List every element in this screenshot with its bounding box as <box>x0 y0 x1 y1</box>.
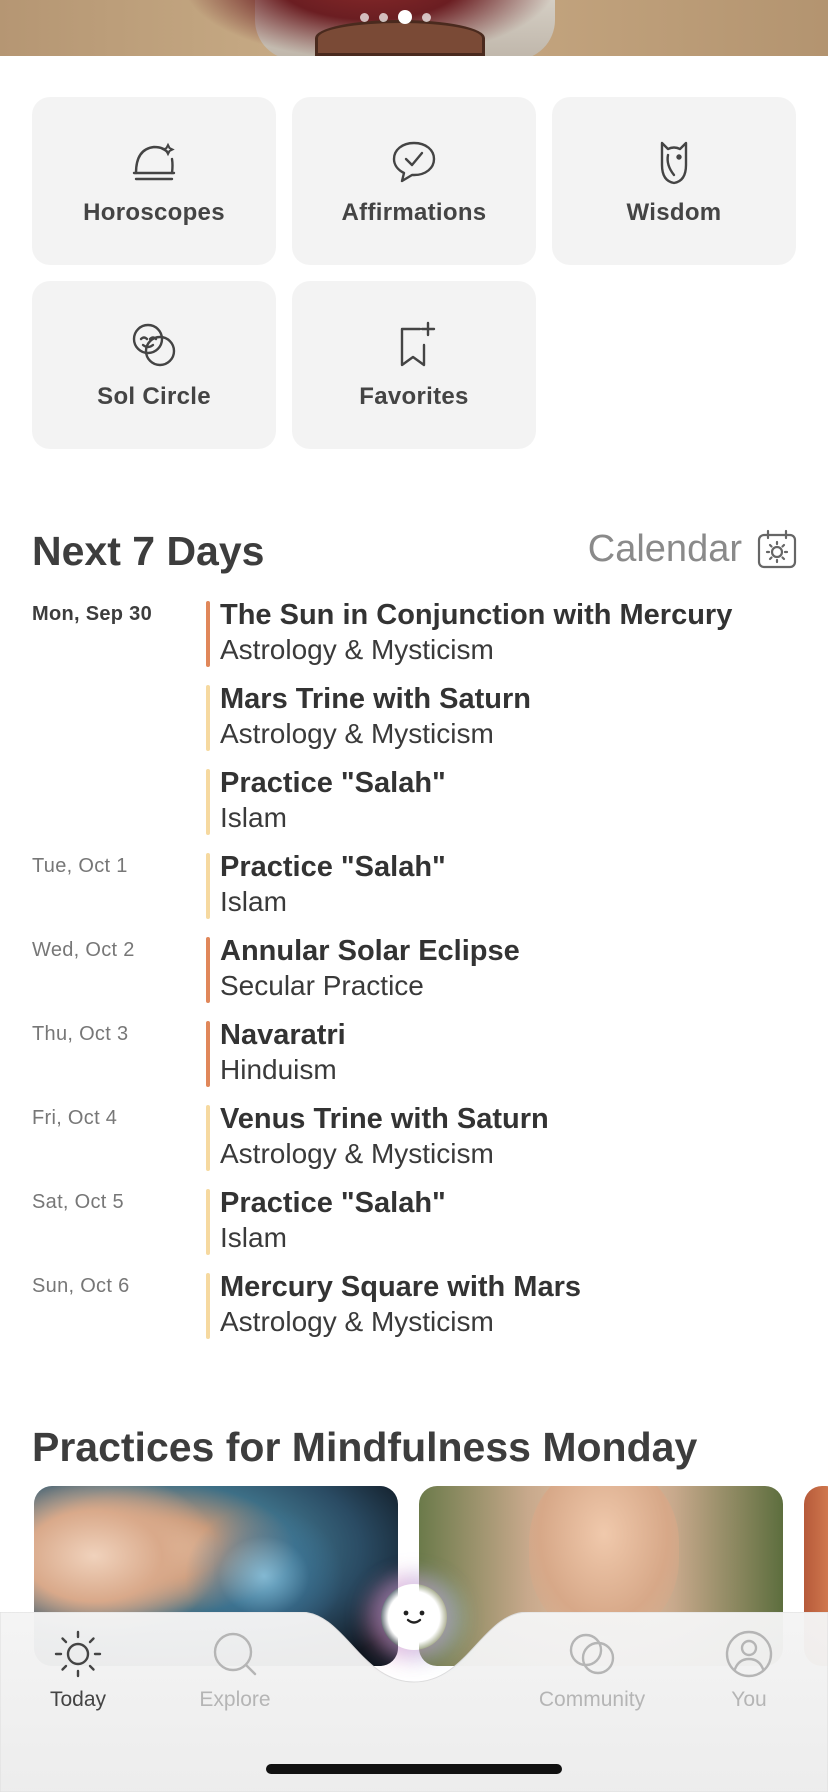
tile-label: Wisdom <box>626 199 722 226</box>
home-indicator[interactable] <box>266 1764 562 1774</box>
owl-icon <box>660 141 688 185</box>
page-dot[interactable] <box>379 12 388 22</box>
event-color-bar <box>206 1105 210 1171</box>
event-date: Tue, Oct 1 <box>32 855 128 877</box>
calendar-label: Calendar <box>587 528 742 570</box>
event-date: Wed, Oct 2 <box>32 939 135 961</box>
carousel-page-indicator[interactable] <box>360 10 431 24</box>
event-title: Practice "Salah" <box>220 1187 446 1219</box>
tile-label: Sol Circle <box>97 383 211 410</box>
next-7-days-header: Next 7 Days Calendar <box>32 528 798 578</box>
event-title: Navaratri <box>220 1019 346 1051</box>
event-tradition: Hinduism <box>220 1054 337 1085</box>
tab-today[interactable]: Today <box>18 1628 138 1712</box>
event-row[interactable]: Sat, Oct 5 Practice "Salah" Islam <box>32 1185 798 1255</box>
affirmation-icon <box>392 141 436 183</box>
event-tradition: Astrology & Mysticism <box>220 718 494 749</box>
event-tradition: Astrology & Mysticism <box>220 634 494 665</box>
tab-explore[interactable]: Explore <box>175 1628 295 1712</box>
event-color-bar <box>206 1021 210 1087</box>
hero-carousel-image[interactable] <box>0 0 828 56</box>
tile-wisdom[interactable]: Wisdom <box>552 97 796 265</box>
event-tradition: Astrology & Mysticism <box>220 1138 494 1169</box>
tab-label: You <box>731 1688 767 1711</box>
sun-icon <box>54 1630 102 1678</box>
event-row[interactable]: Tue, Oct 1 Practice "Salah" Islam <box>32 849 798 919</box>
page-dot[interactable] <box>422 12 431 22</box>
event-title: Venus Trine with Saturn <box>220 1103 549 1135</box>
bookmark-plus-icon <box>400 321 436 367</box>
event-tradition: Islam <box>220 1222 287 1253</box>
event-color-bar <box>206 685 210 751</box>
event-date: Thu, Oct 3 <box>32 1023 129 1045</box>
event-title: Practice "Salah" <box>220 767 446 799</box>
event-color-bar <box>206 937 210 1003</box>
section-title: Next 7 Days <box>32 528 265 574</box>
event-row[interactable]: Mars Trine with Saturn Astrology & Mysti… <box>32 681 798 751</box>
person-icon <box>725 1630 773 1678</box>
event-tradition: Secular Practice <box>220 970 424 1001</box>
tile-favorites[interactable]: Favorites <box>292 281 536 449</box>
tile-sol-circle[interactable]: Sol Circle <box>32 281 276 449</box>
event-title: Mercury Square with Mars <box>220 1271 581 1303</box>
event-row[interactable]: Practice "Salah" Islam <box>32 765 798 835</box>
tile-horoscopes[interactable]: Horoscopes <box>32 97 276 265</box>
event-tradition: Astrology & Mysticism <box>220 1306 494 1337</box>
event-row[interactable]: Wed, Oct 2 Annular Solar Eclipse Secular… <box>32 933 798 1003</box>
event-date: Fri, Oct 4 <box>32 1107 118 1129</box>
event-title: The Sun in Conjunction with Mercury <box>220 599 733 631</box>
tile-affirmations[interactable]: Affirmations <box>292 97 536 265</box>
tile-label: Horoscopes <box>83 199 225 226</box>
tab-label: Community <box>538 1688 646 1711</box>
tile-label: Affirmations <box>341 199 487 226</box>
event-title: Practice "Salah" <box>220 851 446 883</box>
search-icon <box>213 1632 257 1676</box>
event-row[interactable]: Sun, Oct 6 Mercury Square with Mars Astr… <box>32 1269 798 1339</box>
event-color-bar <box>206 769 210 835</box>
page-dot[interactable] <box>360 12 369 22</box>
overlap-circles-icon <box>569 1633 615 1675</box>
practices-section-title: Practices for Mindfulness Monday <box>32 1424 698 1470</box>
event-color-bar <box>206 1273 210 1339</box>
event-color-bar <box>206 1189 210 1255</box>
event-tradition: Islam <box>220 886 287 917</box>
tab-community[interactable]: Community <box>532 1628 652 1712</box>
event-date: Sat, Oct 5 <box>32 1191 124 1213</box>
event-date: Mon, Sep 30 <box>32 603 152 625</box>
smiley-face-icon <box>403 1610 425 1624</box>
event-date: Sun, Oct 6 <box>32 1275 130 1297</box>
sol-circle-icon <box>132 323 176 367</box>
horoscope-icon <box>132 142 176 181</box>
page-dot-active[interactable] <box>398 10 412 24</box>
event-color-bar <box>206 601 210 667</box>
event-title: Annular Solar Eclipse <box>220 935 520 967</box>
event-row[interactable]: Mon, Sep 30 The Sun in Conjunction with … <box>32 597 798 667</box>
calendar-sun-icon <box>757 529 797 568</box>
event-title: Mars Trine with Saturn <box>220 683 531 715</box>
tile-label: Favorites <box>359 383 469 410</box>
tab-label: Explore <box>199 1688 271 1711</box>
calendar-button[interactable]: Calendar <box>588 528 798 571</box>
event-row[interactable]: Thu, Oct 3 Navaratri Hinduism <box>32 1017 798 1087</box>
event-row[interactable]: Fri, Oct 4 Venus Trine with Saturn Astro… <box>32 1101 798 1171</box>
smiley-orb-icon[interactable] <box>381 1584 447 1650</box>
event-tradition: Islam <box>220 802 287 833</box>
tab-you[interactable]: You <box>689 1628 809 1712</box>
tab-label: Today <box>49 1688 107 1711</box>
event-color-bar <box>206 853 210 919</box>
